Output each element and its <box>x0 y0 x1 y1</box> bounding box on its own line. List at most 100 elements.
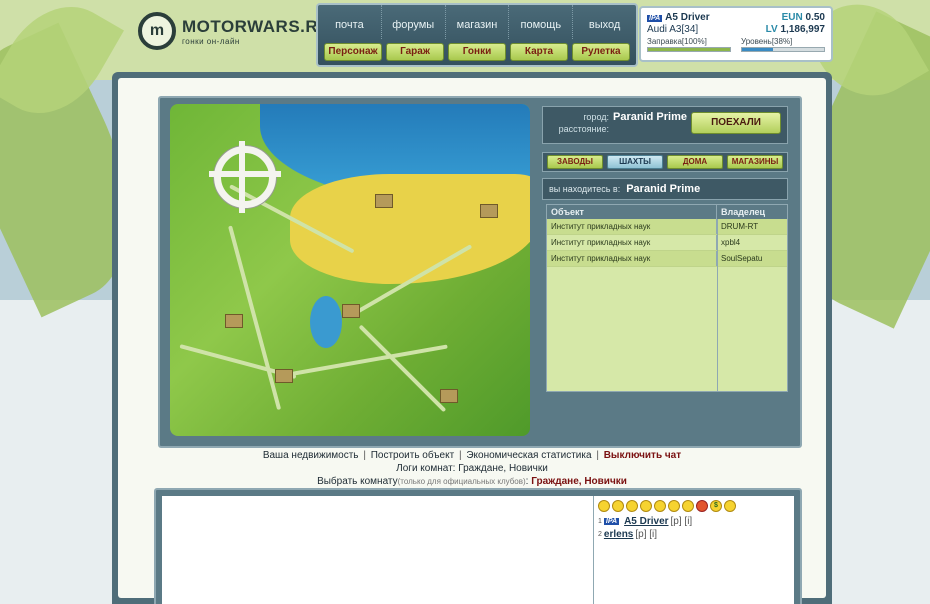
site-logo[interactable]: m MOTORWARS.RU гонки он-лайн <box>138 12 331 50</box>
club-badge-icon: IPA <box>603 518 620 525</box>
nav-mail[interactable]: почта <box>318 5 382 39</box>
map-town[interactable] <box>225 314 243 328</box>
map-town[interactable] <box>375 194 393 208</box>
level-bar-fill <box>742 48 774 51</box>
room-select-options[interactable]: Граждане, Новички <box>531 476 627 487</box>
nav-garage-button[interactable]: Гараж <box>386 43 444 61</box>
level-label: Уровень[38%] <box>741 37 793 46</box>
room-logs: Логи комнат: Граждане, Новички <box>118 463 826 474</box>
cool-smiley-icon[interactable] <box>640 500 652 512</box>
room-logs-label: Логи комнат: <box>396 463 456 474</box>
nav-races-button[interactable]: Гонки <box>448 43 506 61</box>
link-economic-stats[interactable]: Экономическая статистика <box>466 450 591 461</box>
chat-user-row: 1 IPA A5 Driver [p] [i] <box>598 515 790 528</box>
link-build-object[interactable]: Построить объект <box>371 450 454 461</box>
chat-user-index: 2 <box>598 531 602 538</box>
owner-name-cell: DRUM-RT <box>721 222 759 231</box>
target-city: Paranid Prime <box>613 111 687 123</box>
map-town[interactable] <box>440 389 458 403</box>
table-row[interactable]: Институт прикладных наук xpbl4 <box>547 235 787 251</box>
logo-subtitle: гонки он-лайн <box>182 36 240 46</box>
club-badge-icon: IPA <box>647 14 663 22</box>
map-beach <box>290 174 530 284</box>
nav-help[interactable]: помощь <box>509 5 574 39</box>
category-shops-button[interactable]: МАГАЗИНЫ <box>727 155 783 169</box>
smile-smiley-icon[interactable] <box>668 500 680 512</box>
table-row[interactable]: Институт прикладных наук DRUM-RT <box>547 219 787 235</box>
room-select-label: Выбрать комнату <box>317 476 398 487</box>
player-car: Audi A3[34] <box>647 23 699 35</box>
player-info-panel: IPA A5 Driver EUN 0.50 Audi A3[34] LV 1,1… <box>639 6 833 62</box>
object-name-cell: Институт прикладных наук <box>547 251 717 266</box>
nav-map-button[interactable]: Карта <box>510 43 568 61</box>
column-divider <box>717 219 718 391</box>
nav-character-button[interactable]: Персонаж <box>324 43 382 61</box>
fuel-bar-fill <box>648 48 730 51</box>
currency-lv: LV 1,186,997 <box>765 23 825 35</box>
objects-table: Объект Владелец Институт прикладных наук… <box>546 204 788 392</box>
smile-smiley-icon[interactable] <box>626 500 638 512</box>
object-name-cell: Институт прикладных наук <box>547 219 717 234</box>
category-houses-button[interactable]: ДОМА <box>667 155 723 169</box>
category-mines-button[interactable]: ШАХТЫ <box>607 155 663 169</box>
chat-user-actions[interactable]: [p] [i] <box>671 516 693 527</box>
chat-user-name[interactable]: erlens <box>604 529 633 540</box>
travel-panel: город: Paranid Prime расстояние: ПОЕХАЛИ <box>542 106 788 144</box>
smile-smiley-icon[interactable] <box>598 500 610 512</box>
object-name-cell: Институт прикладных наук <box>547 235 717 250</box>
laugh-smiley-icon[interactable] <box>682 500 694 512</box>
chat-user-list: $ 1 IPA A5 Driver [p] [i] 2 erlens [p] [i] <box>594 496 794 604</box>
owner-name-cell: xpbl4 <box>721 238 741 247</box>
level-progress-bar <box>741 47 825 52</box>
logo-title: MOTORWARS.RU <box>182 16 331 36</box>
current-location: вы находитесь в: Paranid Prime <box>542 178 788 200</box>
column-header-owner[interactable]: Владелец <box>717 205 787 219</box>
go-button[interactable]: ПОЕХАЛИ <box>691 112 781 134</box>
action-links: Ваша недвижимость | Построить объект | Э… <box>262 450 682 461</box>
building-categories: ЗАВОДЫ ШАХТЫ ДОМА МАГАЗИНЫ <box>542 152 788 172</box>
main-content-frame: город: Paranid Prime расстояние: ПОЕХАЛИ … <box>112 72 832 604</box>
link-my-property[interactable]: Ваша недвижимость <box>263 450 359 461</box>
room-logs-links[interactable]: Граждане, Новички <box>458 463 548 474</box>
smile-smiley-icon[interactable] <box>724 500 736 512</box>
nav-logout[interactable]: выход <box>573 5 636 39</box>
cash-smiley-icon[interactable]: $ <box>710 500 722 512</box>
city-label: город: <box>583 112 609 122</box>
smile-smiley-icon[interactable] <box>654 500 666 512</box>
fuel-progress-bar <box>647 47 731 52</box>
map-town[interactable] <box>480 204 498 218</box>
smiley-bar: $ <box>598 500 790 512</box>
angry-smiley-icon[interactable] <box>696 500 708 512</box>
player-name[interactable]: IPA A5 Driver <box>647 12 710 23</box>
map-lake <box>310 296 342 348</box>
location-city: Paranid Prime <box>626 183 701 195</box>
room-select-note: (только для официальных клубов) <box>397 477 526 486</box>
fuel-label: Заправка[100%] <box>647 37 707 46</box>
main-navigation: почта форумы магазин помощь выход Персон… <box>316 3 638 67</box>
nav-forums[interactable]: форумы <box>382 5 446 39</box>
chat-user-actions[interactable]: [p] [i] <box>635 529 657 540</box>
map-road <box>358 324 447 413</box>
nav-roulette-button[interactable]: Рулетка <box>572 43 630 61</box>
current-location-crosshair-icon <box>209 141 281 213</box>
map-town[interactable] <box>342 304 360 318</box>
map-road <box>279 344 448 378</box>
logo-icon: m <box>138 12 176 50</box>
map-town[interactable] <box>275 369 293 383</box>
smile-smiley-icon[interactable] <box>612 500 624 512</box>
chat-user-index: 1 <box>598 518 602 525</box>
distance-label: расстояние: <box>558 124 609 134</box>
column-header-object[interactable]: Объект <box>547 205 717 219</box>
location-label: вы находитесь в: <box>549 184 621 194</box>
owner-name-cell: SoulSepatu <box>721 254 763 263</box>
chat-log[interactable] <box>162 496 594 604</box>
category-factories-button[interactable]: ЗАВОДЫ <box>547 155 603 169</box>
table-header: Объект Владелец <box>547 205 787 219</box>
link-disable-chat[interactable]: Выключить чат <box>604 450 681 461</box>
nav-shop[interactable]: магазин <box>446 5 510 39</box>
room-select: Выбрать комнату(только для официальных к… <box>317 476 627 487</box>
table-row[interactable]: Институт прикладных наук SoulSepatu <box>547 251 787 267</box>
chat-user-name[interactable]: A5 Driver <box>624 516 668 527</box>
world-map[interactable] <box>170 104 530 436</box>
chat-user-row: 2 erlens [p] [i] <box>598 528 790 541</box>
